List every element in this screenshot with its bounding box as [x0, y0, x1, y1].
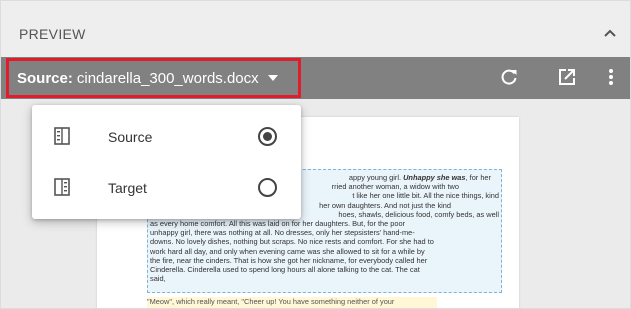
menu-item-label: Target: [108, 180, 147, 196]
doc-text: appy young girl.: [348, 173, 404, 182]
open-in-new-icon[interactable]: [556, 66, 578, 88]
source-file-dropdown[interactable]: Source: cindarella_300_words.docx: [6, 58, 301, 98]
document-paragraph-2[interactable]: "Meow", which really meant, "Cheer up! Y…: [147, 297, 437, 308]
panel-header: PREVIEW: [1, 1, 630, 57]
source-label: Source:: [17, 69, 73, 87]
preview-toolbar: Source: cindarella_300_words.docx: [1, 57, 630, 99]
preview-panel: PREVIEW Source: cindarella_300_words.doc…: [0, 0, 631, 309]
source-pane-icon: [54, 127, 70, 145]
radio-unselected-icon[interactable]: [258, 178, 277, 197]
radio-selected-icon[interactable]: [258, 127, 277, 146]
source-file-name: cindarella_300_words.docx: [76, 69, 259, 87]
panel-title: PREVIEW: [19, 26, 86, 42]
doc-line: said,: [150, 274, 166, 284]
target-pane-icon: [54, 178, 70, 196]
doc-line: the fire, near the cinders. That is how …: [150, 255, 428, 265]
doc-line: as every home comfort. All this was laid…: [150, 219, 406, 229]
menu-item-target[interactable]: Target: [32, 163, 301, 213]
refresh-icon[interactable]: [498, 66, 520, 88]
doc-text: , for her: [465, 173, 491, 182]
caret-down-icon: [267, 75, 278, 81]
doc-line: downs. No lovely dishes, nothing but scr…: [150, 237, 434, 247]
menu-item-source[interactable]: Source: [32, 112, 301, 162]
chevron-up-icon[interactable]: [600, 25, 620, 41]
doc-line: Cinderella. Cinderella used to spend lon…: [150, 265, 420, 275]
doc-line: unhappy girl, there was nothing at all. …: [150, 228, 415, 238]
doc-line: work hard all day, and only when evening…: [150, 246, 425, 256]
source-target-menu: Source Target: [32, 105, 301, 219]
doc-text-emphasis: Unhappy she was: [403, 173, 466, 182]
menu-item-label: Source: [108, 129, 153, 145]
more-vertical-icon[interactable]: [605, 66, 617, 88]
